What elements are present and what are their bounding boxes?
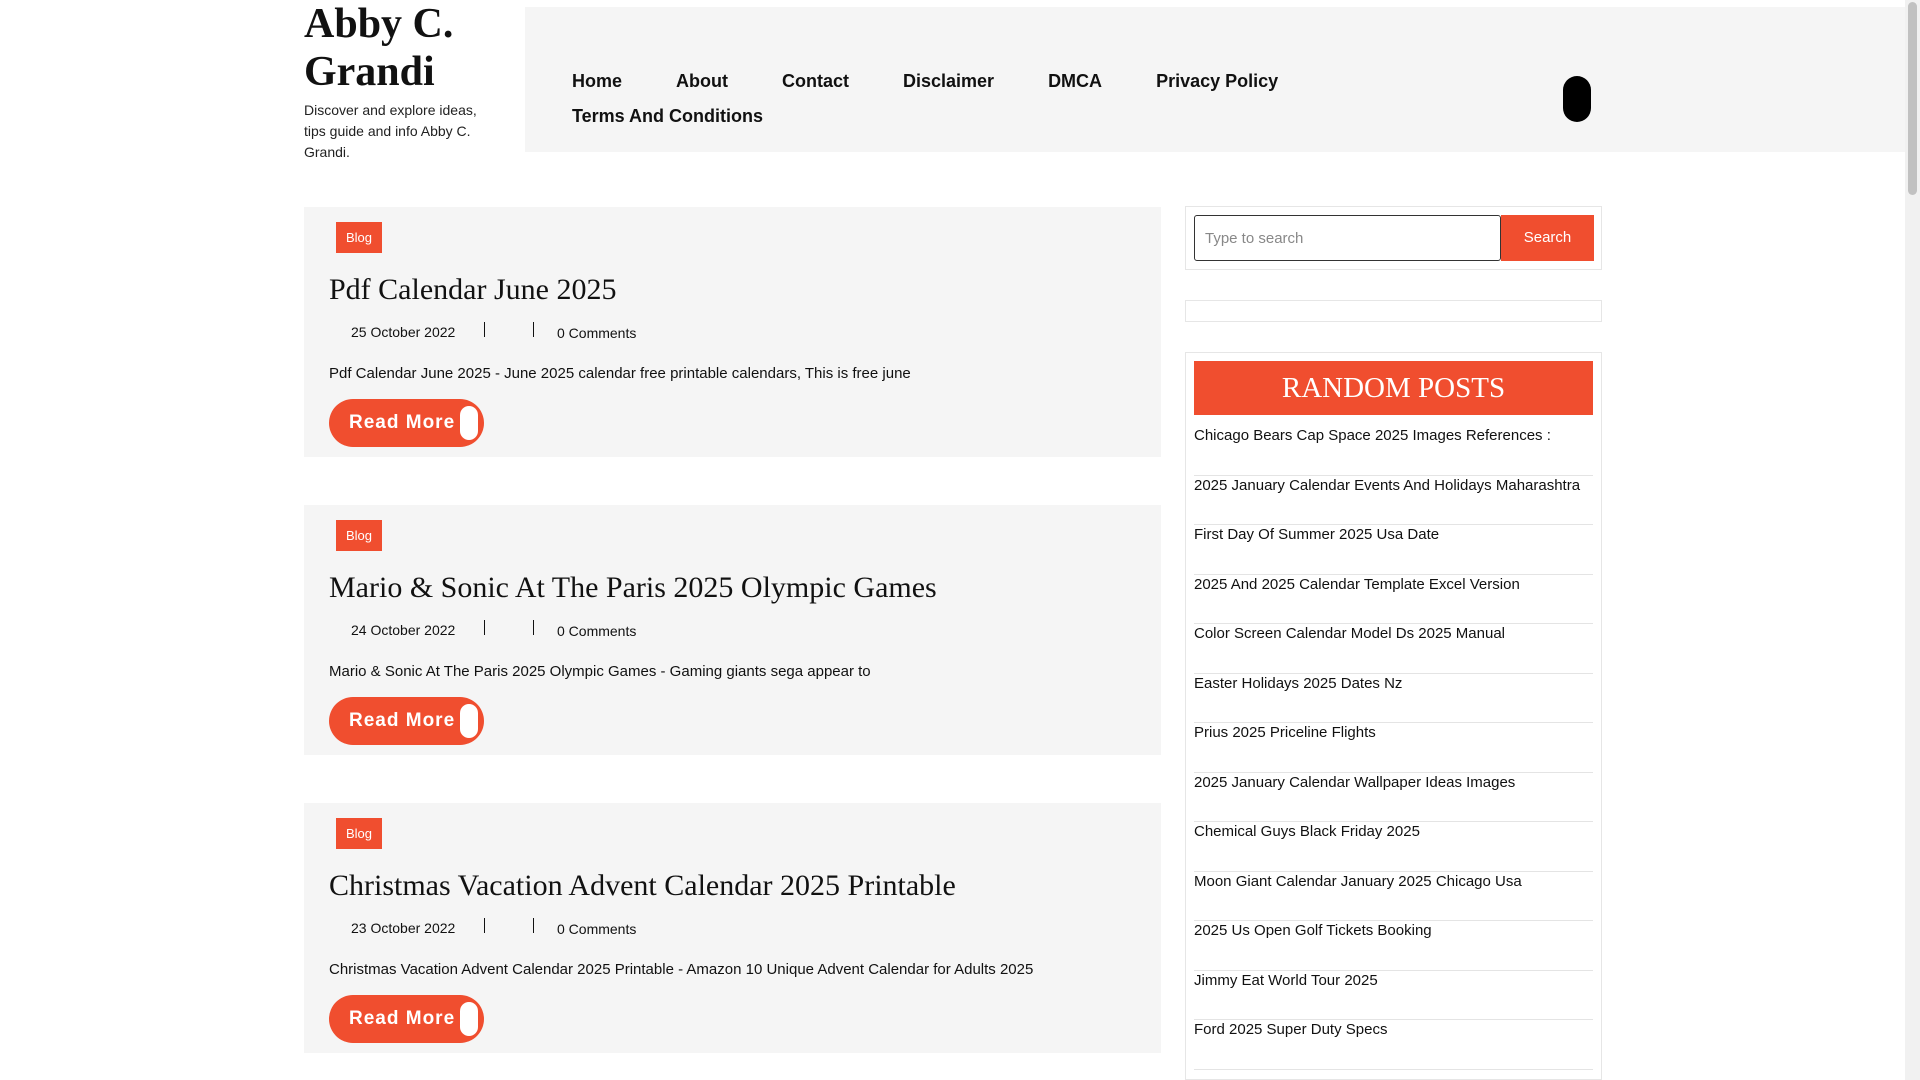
nav-item-dmca[interactable]: DMCA — [1048, 69, 1102, 94]
post-category-tag[interactable]: Blog — [336, 818, 383, 849]
random-post-link[interactable]: First Day Of Summer 2025 Usa Date — [1194, 525, 1593, 575]
post-excerpt: Mario & Sonic At The Paris 2025 Olympic … — [329, 663, 871, 680]
post-title[interactable]: Christmas Vacation Advent Calendar 2025 … — [329, 867, 956, 905]
site-title-line2[interactable]: Grandi — [304, 49, 435, 95]
read-more-pill-icon — [460, 1002, 478, 1036]
post-comments-count[interactable]: 0 Comments — [557, 323, 636, 343]
post-excerpt: Pdf Calendar June 2025 - June 2025 calen… — [329, 365, 911, 382]
random-post-link[interactable]: 2025 And 2025 Calendar Template Excel Ve… — [1194, 575, 1593, 624]
main-navigation: Home About Contact Disclaimer DMCA Priva… — [525, 7, 1905, 152]
site-title-line1[interactable]: Abby C. — [304, 1, 453, 47]
read-more-label: Read More — [349, 710, 456, 731]
nav-item-privacy-policy[interactable]: Privacy Policy — [1156, 69, 1278, 94]
search-widget: Search — [1185, 206, 1602, 270]
random-posts-list: Chicago Bears Cap Space 2025 Images Refe… — [1194, 426, 1593, 1070]
read-more-label: Read More — [349, 1008, 456, 1029]
read-more-button[interactable]: Read More — [329, 995, 484, 1043]
post-category-tag[interactable]: Blog — [336, 520, 383, 551]
post-title[interactable]: Mario & Sonic At The Paris 2025 Olympic … — [329, 569, 937, 607]
random-post-link[interactable]: 2025 Us Open Golf Tickets Booking — [1194, 921, 1593, 971]
nav-item-terms-and-conditions[interactable]: Terms And Conditions — [572, 104, 763, 129]
post-comments-count[interactable]: 0 Comments — [557, 621, 636, 641]
post-title[interactable]: Pdf Calendar June 2025 — [329, 271, 616, 309]
random-post-link[interactable]: Easter Holidays 2025 Dates Nz — [1194, 674, 1593, 723]
post-excerpt: Christmas Vacation Advent Calendar 2025 … — [329, 961, 1034, 978]
post-date[interactable]: 23 October 2022 — [351, 918, 455, 938]
read-more-pill-icon — [460, 704, 478, 738]
nav-item-home[interactable]: Home — [572, 69, 622, 94]
meta-divider — [484, 322, 485, 337]
meta-divider — [533, 918, 534, 933]
read-more-pill-icon — [460, 406, 478, 440]
read-more-button[interactable]: Read More — [329, 697, 484, 745]
site-tagline: Discover and explore ideas, tips guide a… — [304, 102, 477, 160]
post-category-tag[interactable]: Blog — [336, 222, 383, 253]
post-date[interactable]: 24 October 2022 — [351, 620, 455, 640]
read-more-button[interactable]: Read More — [329, 399, 484, 447]
random-post-link[interactable]: Prius 2025 Priceline Flights — [1194, 723, 1593, 773]
random-post-link[interactable]: 2025 January Calendar Wallpaper Ideas Im… — [1194, 773, 1593, 822]
post-card: Blog Mario & Sonic At The Paris 2025 Oly… — [304, 505, 1161, 755]
sidebar-empty-widget — [1185, 300, 1602, 322]
random-posts-heading: RANDOM POSTS — [1194, 361, 1593, 415]
meta-divider — [484, 918, 485, 933]
meta-divider — [484, 620, 485, 635]
page-scrollbar-thumb[interactable] — [1908, 2, 1917, 195]
site-title[interactable]: Abby C. Grandi — [304, 0, 504, 96]
site-branding: Abby C. Grandi Discover and explore idea… — [304, 0, 504, 163]
nav-menu: Home About Contact Disclaimer DMCA Priva… — [572, 69, 1352, 129]
post-date[interactable]: 25 October 2022 — [351, 322, 455, 342]
nav-item-contact[interactable]: Contact — [782, 69, 849, 94]
random-post-link[interactable]: Jimmy Eat World Tour 2025 — [1194, 971, 1593, 1020]
random-posts-widget: RANDOM POSTS Chicago Bears Cap Space 202… — [1185, 352, 1602, 1080]
nav-item-disclaimer[interactable]: Disclaimer — [903, 69, 994, 94]
random-post-link[interactable]: 2025 January Calendar Events And Holiday… — [1194, 476, 1593, 525]
random-post-link[interactable]: Ford 2025 Super Duty Specs — [1194, 1020, 1593, 1070]
post-card: Blog Christmas Vacation Advent Calendar … — [304, 803, 1161, 1053]
meta-divider — [533, 322, 534, 337]
search-button[interactable]: Search — [1501, 215, 1594, 261]
random-post-link[interactable]: Moon Giant Calendar January 2025 Chicago… — [1194, 872, 1593, 921]
menu-toggle-button[interactable] — [1563, 76, 1591, 122]
post-comments-count[interactable]: 0 Comments — [557, 919, 636, 939]
meta-divider — [533, 620, 534, 635]
random-post-link[interactable]: Color Screen Calendar Model Ds 2025 Manu… — [1194, 624, 1593, 674]
random-post-link[interactable]: Chicago Bears Cap Space 2025 Images Refe… — [1194, 426, 1593, 476]
nav-item-about[interactable]: About — [676, 69, 728, 94]
read-more-label: Read More — [349, 412, 456, 433]
search-input[interactable] — [1194, 215, 1501, 261]
post-card: Blog Pdf Calendar June 2025 25 October 2… — [304, 207, 1161, 457]
random-post-link[interactable]: Chemical Guys Black Friday 2025 — [1194, 822, 1593, 872]
